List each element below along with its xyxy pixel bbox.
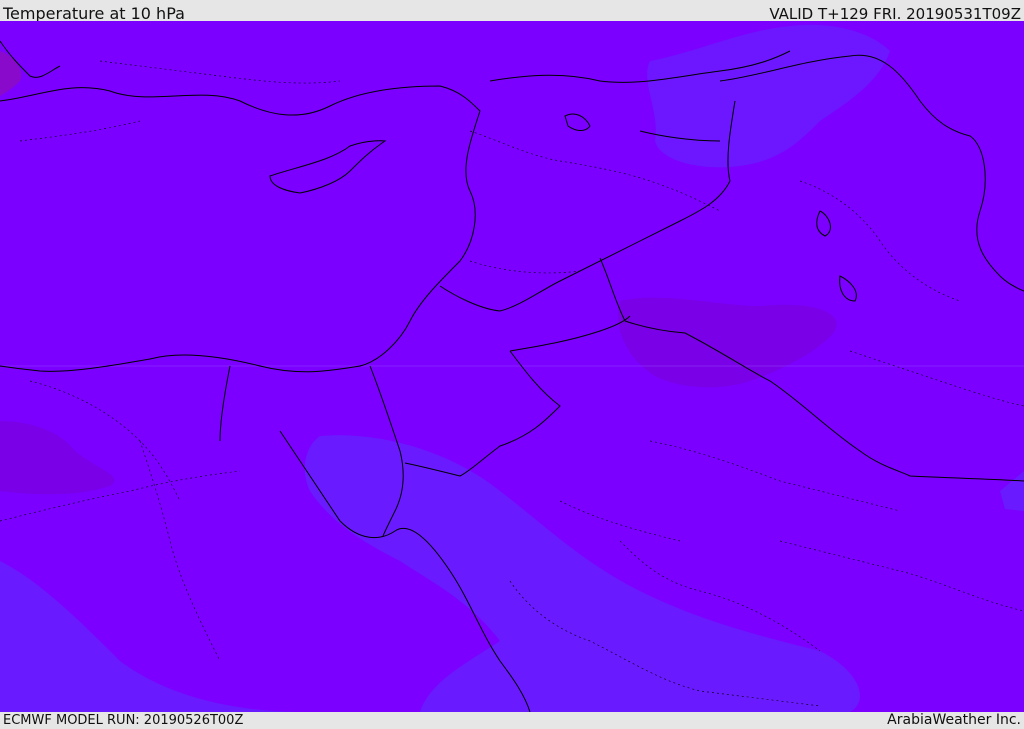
- credit-label: ArabiaWeather Inc.: [887, 712, 1021, 728]
- map-canvas: [0, 21, 1024, 712]
- footer-bar: ECMWF MODEL RUN: 20190526T00Z ArabiaWeat…: [0, 712, 1024, 729]
- model-run: ECMWF MODEL RUN: 20190526T00Z: [3, 713, 244, 728]
- header-bar: Temperature at 10 hPa VALID T+129 FRI. 2…: [0, 0, 1024, 23]
- weather-map[interactable]: [0, 21, 1024, 712]
